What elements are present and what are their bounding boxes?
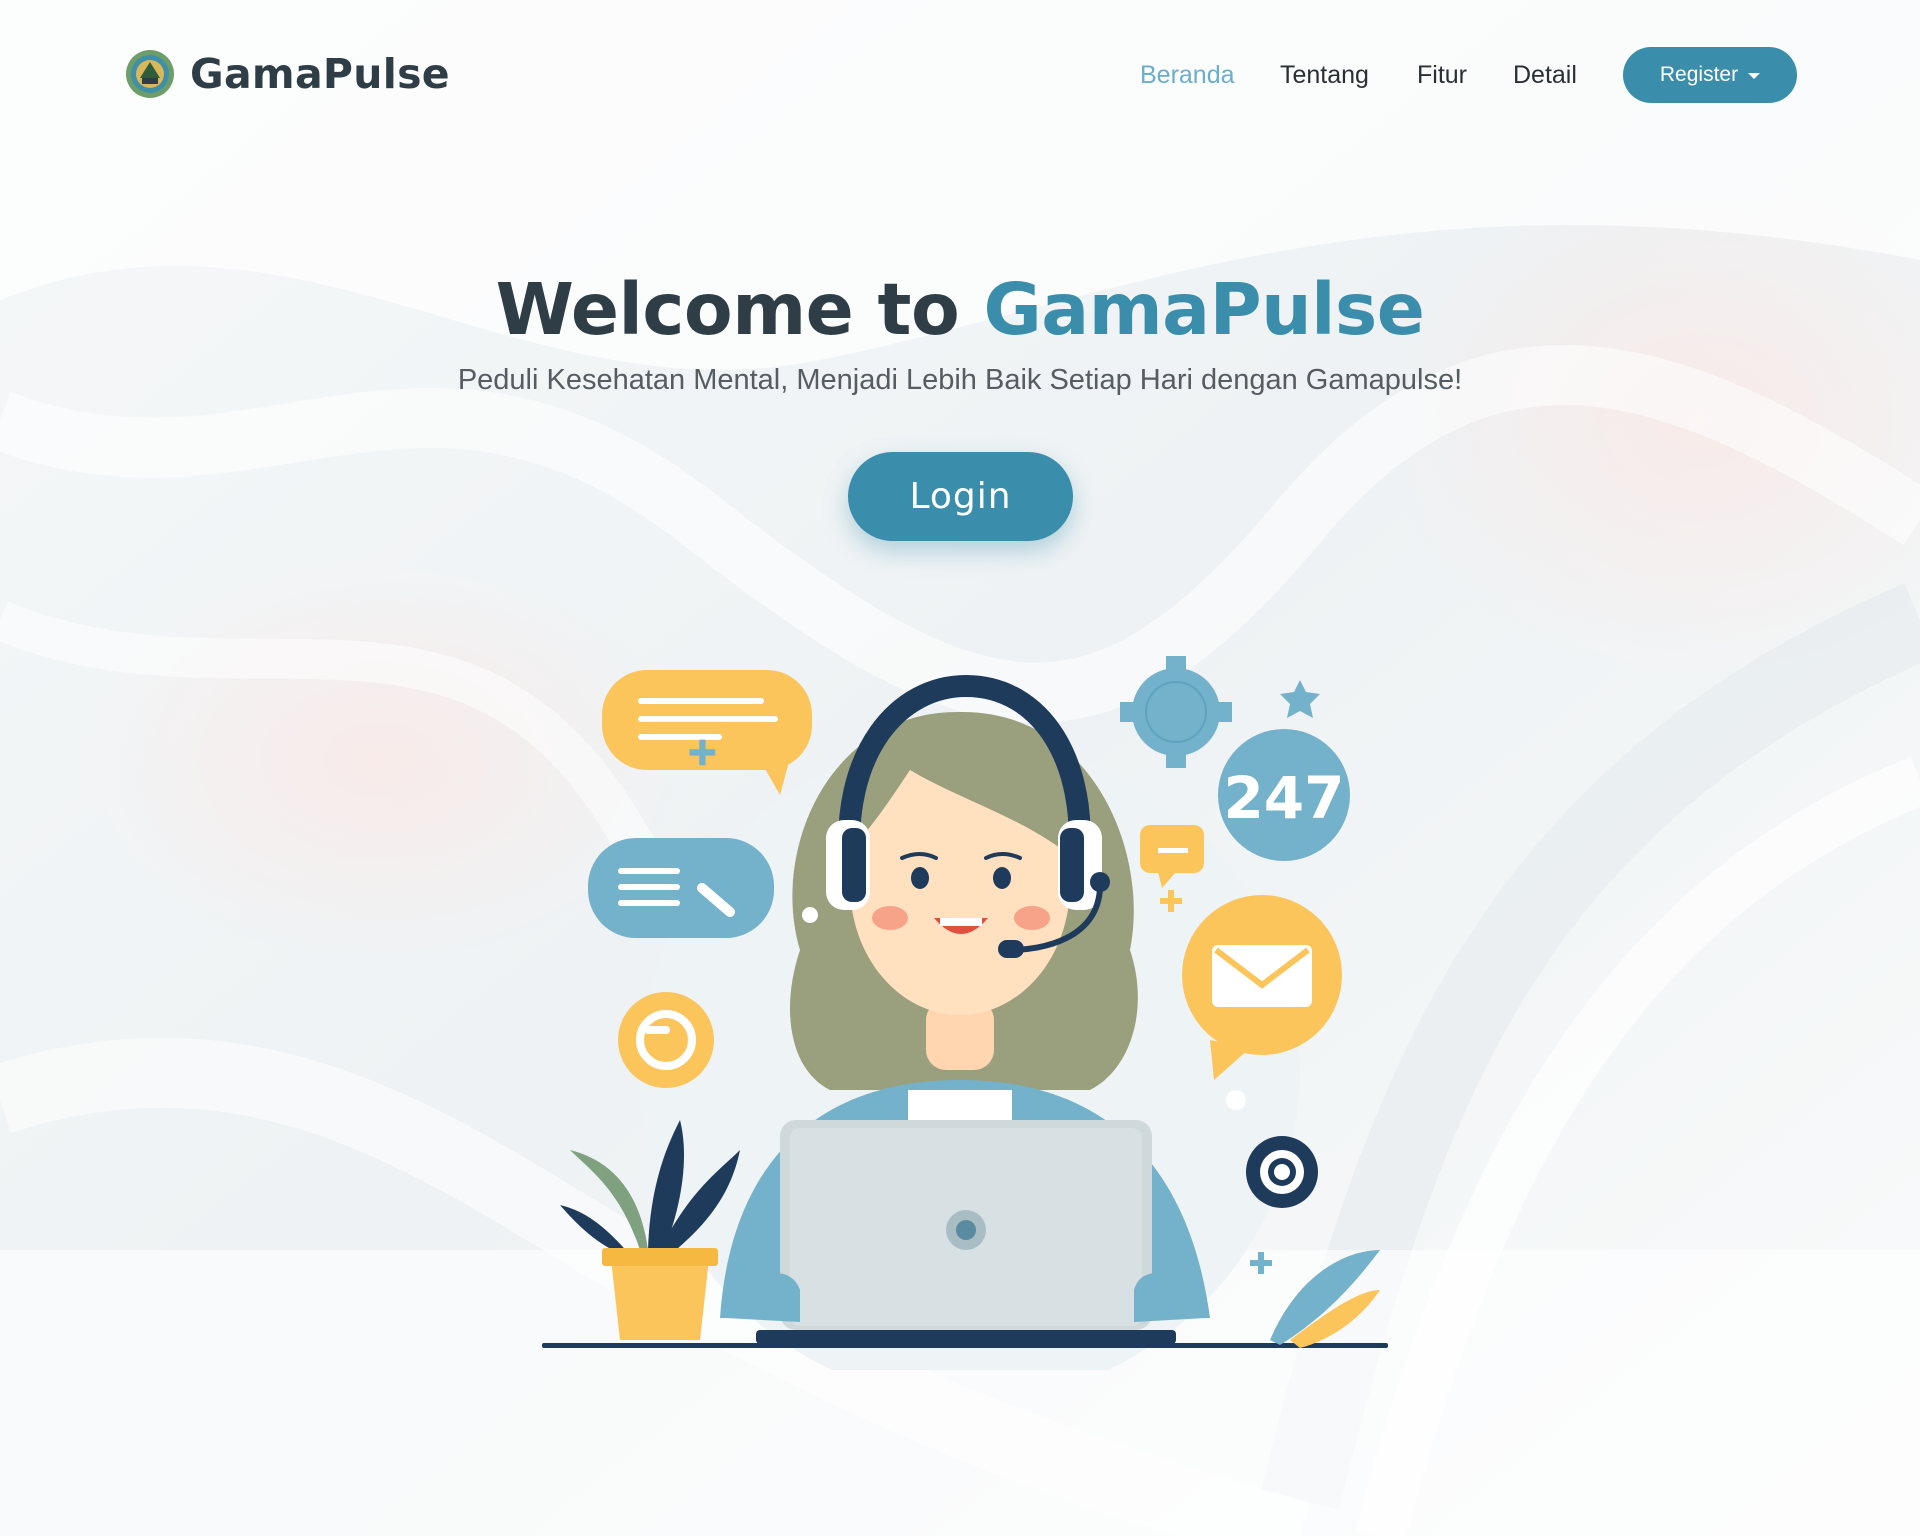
hero-title: Welcome to GamaPulse xyxy=(0,268,1920,351)
badge-text: 247 xyxy=(1223,764,1344,832)
gear-icon xyxy=(1120,656,1232,768)
hero-subtitle: Peduli Kesehatan Mental, Menjadi Lebih B… xyxy=(457,364,1463,396)
refresh-icon xyxy=(618,992,714,1088)
nav-link-detail[interactable]: Detail xyxy=(1513,57,1577,93)
nav-link-fitur[interactable]: Fitur xyxy=(1417,57,1467,93)
247-badge: 247 xyxy=(1218,729,1350,861)
message-bubble-icon xyxy=(588,838,774,938)
chat-bubble-icon xyxy=(602,670,812,795)
login-button[interactable]: Login xyxy=(848,452,1073,541)
leaf-decoration xyxy=(1270,1250,1380,1348)
nav-link-tentang[interactable]: Tentang xyxy=(1280,57,1369,93)
support-agent-illustration: 247 xyxy=(542,656,1388,1370)
navbar: GamaPulse Beranda Tentang Fitur Detail R… xyxy=(0,0,1920,150)
caret-down-icon xyxy=(1748,73,1761,79)
register-dropdown-button[interactable]: Register xyxy=(1623,47,1797,103)
laptop-icon xyxy=(756,1120,1176,1344)
star-icon xyxy=(1280,680,1320,718)
hero-title-accent: GamaPulse xyxy=(983,268,1425,351)
settings-icon xyxy=(1246,1136,1318,1208)
hero-title-prefix: Welcome to xyxy=(495,268,960,351)
nav-link-beranda[interactable]: Beranda xyxy=(1140,57,1235,93)
register-label: Register xyxy=(1659,63,1739,86)
